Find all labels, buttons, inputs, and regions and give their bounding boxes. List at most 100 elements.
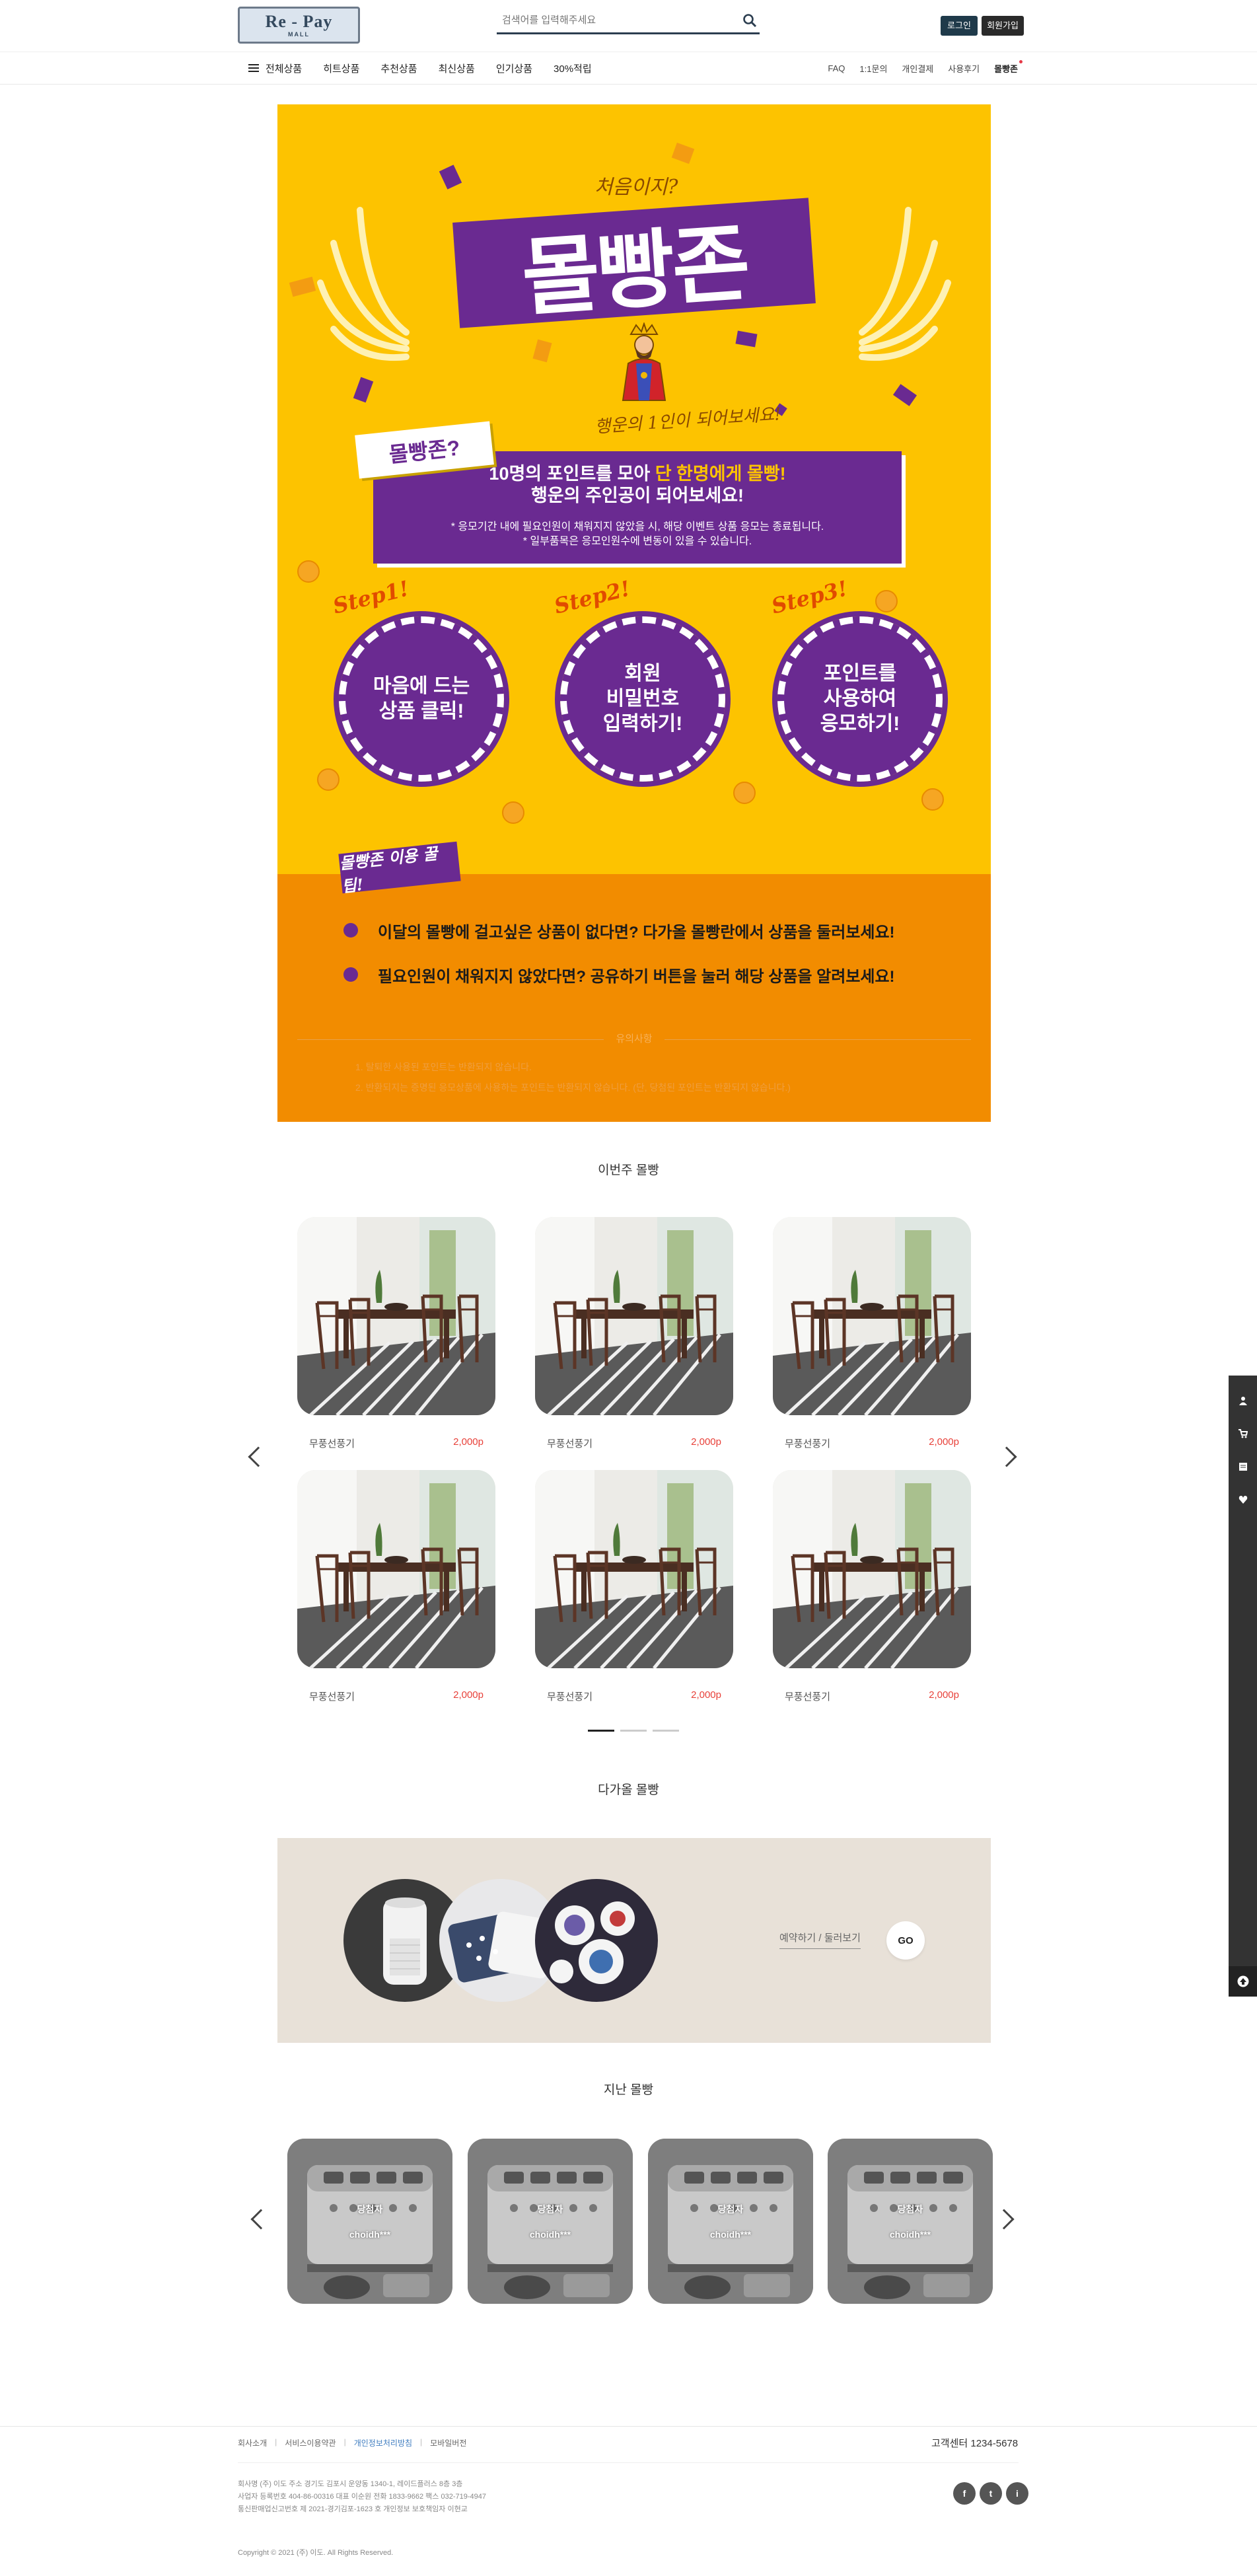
past-winner-card[interactable]: 당첨자 choidh*** — [287, 2139, 452, 2304]
main-nav: 전체상품 히트상품 추천상품 최신상품 인기상품 30%적립 FAQ 1:1문의… — [0, 52, 1257, 85]
join-button[interactable]: 회원가입 — [982, 16, 1024, 36]
nav-item-reviews[interactable]: 사용후기 — [948, 62, 980, 75]
step-label: Step2! — [552, 575, 633, 619]
facebook-icon[interactable]: f — [953, 2482, 976, 2505]
product-image[interactable] — [297, 1470, 495, 1668]
product-image[interactable] — [773, 1217, 971, 1415]
copyright: Copyright © 2021 (주) 이도. All Rights Rese… — [238, 2549, 394, 2557]
winner-user: choidh*** — [709, 2229, 752, 2240]
logo-text: Re - Pay — [265, 12, 333, 31]
nav-item-recommend[interactable]: 추천상품 — [380, 61, 417, 75]
nav-item-30-points[interactable]: 30%적립 — [554, 61, 592, 75]
step-2: Step2! 회원 비밀번호 입력하기! — [552, 575, 731, 787]
info-note-2: * 일부품목은 응모인원수에 변동이 있을 수 있습니다. — [522, 536, 752, 547]
header: Re - Pay MALL 로그인 회원가입 — [0, 0, 1257, 52]
nav-item-mollbang-zone[interactable]: 몰빵존 — [994, 59, 1023, 75]
banner-title-box: 몰빵존 — [452, 198, 816, 328]
product-card[interactable]: 무풍선풍기 2,000p — [535, 1217, 733, 1450]
product-price: 2,000p — [691, 1436, 721, 1448]
product-card[interactable]: 무풍선풍기 2,000p — [297, 1217, 495, 1450]
past-winner-card[interactable]: 당첨자 choidh*** — [468, 2139, 633, 2304]
bullet-dot — [343, 923, 358, 938]
product-card[interactable]: 무풍선풍기 2,000p — [773, 1470, 971, 1703]
this-week-prev-arrow[interactable] — [248, 1446, 269, 1467]
nav-item-personal-payment[interactable]: 개인결제 — [902, 62, 933, 75]
nav-item-label: 전체상품 — [266, 63, 303, 75]
login-button[interactable]: 로그인 — [941, 16, 978, 36]
search-input[interactable] — [497, 9, 721, 30]
step-text: 응모하기! — [820, 713, 900, 735]
nav-item-faq[interactable]: FAQ — [828, 63, 845, 73]
twitter-icon[interactable]: t — [980, 2482, 1002, 2505]
instagram-icon[interactable]: i — [1006, 2482, 1028, 2505]
product-image[interactable] — [773, 1470, 971, 1668]
past-winner-card[interactable]: 당첨자 choidh*** — [828, 2139, 993, 2304]
winner-label: 당첨자 — [357, 2204, 383, 2215]
nav-item-new[interactable]: 최신상품 — [439, 61, 475, 75]
footer-links: 회사소개 | 서비스이용약관 | 개인정보처리방침 | 모바일버전 — [238, 2437, 466, 2448]
past-prev-arrow[interactable] — [250, 2209, 271, 2230]
notice-title-text: 유의사항 — [604, 1033, 664, 1045]
product-meta: 무풍선풍기 2,000p — [773, 1689, 971, 1703]
logo[interactable]: Re - Pay MALL — [238, 7, 360, 44]
scroll-top-button[interactable] — [1229, 1966, 1257, 1997]
tip-item: 이달의 몰빵에 걸고싶은 상품이 없다면? 다가올 몰빵란에서 상품을 둘러보세… — [343, 919, 895, 941]
tip-text: 필요인원이 채워지지 않았다면? 공유하기 버튼을 눌러 해당 상품을 알려보세… — [378, 967, 895, 986]
past-next-arrow[interactable] — [993, 2209, 1015, 2230]
utility-menu: FAQ 1:1문의 개인결제 사용후기 몰빵존 — [828, 52, 1023, 84]
step-text: 회원 — [624, 663, 661, 684]
past-title: 지난 몰빵 — [603, 2083, 654, 2097]
footer-divider — [238, 2462, 1019, 2463]
go-button[interactable]: GO — [886, 1921, 925, 1960]
nav-item-all[interactable]: 전체상품 — [248, 61, 302, 75]
user-icon[interactable] — [1229, 1387, 1257, 1414]
product-image[interactable] — [535, 1217, 733, 1415]
this-week-title: 이번주 몰빵 — [598, 1163, 659, 1177]
company-info-line: 통신판매업신고번호 제 2021-경기김포-1623 호 개인정보 보호책임자 … — [238, 2505, 468, 2513]
product-card[interactable]: 무풍선풍기 2,000p — [773, 1217, 971, 1450]
coin-decoration — [297, 560, 320, 583]
pagination-dot[interactable] — [620, 1730, 647, 1732]
product-image[interactable] — [297, 1217, 495, 1415]
step-text: 입력하기! — [602, 713, 683, 735]
pagination-dot[interactable] — [588, 1730, 614, 1732]
king-illustration — [622, 322, 666, 401]
footer-link-mobile[interactable]: 모바일버전 — [430, 2437, 466, 2448]
search-icon[interactable] — [742, 13, 757, 28]
product-card[interactable]: 무풍선풍기 2,000p — [535, 1470, 733, 1703]
menu-icon — [248, 64, 259, 72]
bullet-dot — [343, 967, 358, 982]
company-info-line: 사업자 등록번호 404-86-00316 대표 이순원 전화 1833-966… — [238, 2493, 486, 2501]
logo-subtext: MALL — [288, 31, 310, 38]
cart-icon[interactable] — [1229, 1420, 1257, 1447]
nav-item-popular[interactable]: 인기상품 — [496, 61, 532, 75]
heart-icon[interactable] — [1229, 1487, 1257, 1513]
search-bar — [497, 9, 760, 34]
pagination-dot[interactable] — [653, 1730, 679, 1732]
product-name: 무풍선풍기 — [547, 1438, 593, 1450]
footer-link-company[interactable]: 회사소개 — [238, 2437, 267, 2448]
product-meta: 무풍선풍기 2,000p — [773, 1436, 971, 1450]
reserve-browse-link[interactable]: 예약하기 / 둘러보기 — [779, 1931, 861, 1949]
past-winner-card[interactable]: 당첨자 choidh*** — [648, 2139, 813, 2304]
nav-item-inquiry[interactable]: 1:1문의 — [859, 62, 887, 75]
confetti-shape — [353, 377, 374, 403]
coin-decoration — [502, 801, 524, 824]
product-card[interactable]: 무풍선풍기 2,000p — [297, 1470, 495, 1703]
step-circle: 포인트를 사용하여 응모하기! — [772, 611, 948, 787]
list-icon[interactable] — [1229, 1454, 1257, 1480]
banner-lucky-text: 행운의 1인이 되어보세요! — [594, 404, 782, 437]
this-week-next-arrow[interactable] — [996, 1446, 1017, 1467]
footer-link-privacy[interactable]: 개인정보처리방침 — [354, 2437, 412, 2448]
footer-link-terms[interactable]: 서비스이용약관 — [285, 2437, 336, 2448]
tableware-image[interactable] — [535, 1879, 658, 2002]
notice-title: 유의사항 — [277, 1031, 991, 1045]
quick-sidebar — [1229, 1376, 1257, 1997]
step-circle: 회원 비밀번호 입력하기! — [555, 611, 731, 787]
winner-overlay: 당첨자 choidh*** — [648, 2139, 813, 2304]
product-image[interactable] — [535, 1470, 733, 1668]
tip-text: 이달의 몰빵에 걸고싶은 상품이 없다면? 다가올 몰빵란에서 상품을 둘러보세… — [378, 923, 895, 941]
footer-separator: | — [420, 2437, 423, 2447]
product-name: 무풍선풍기 — [309, 1691, 355, 1703]
nav-item-hit[interactable]: 히트상품 — [323, 61, 359, 75]
